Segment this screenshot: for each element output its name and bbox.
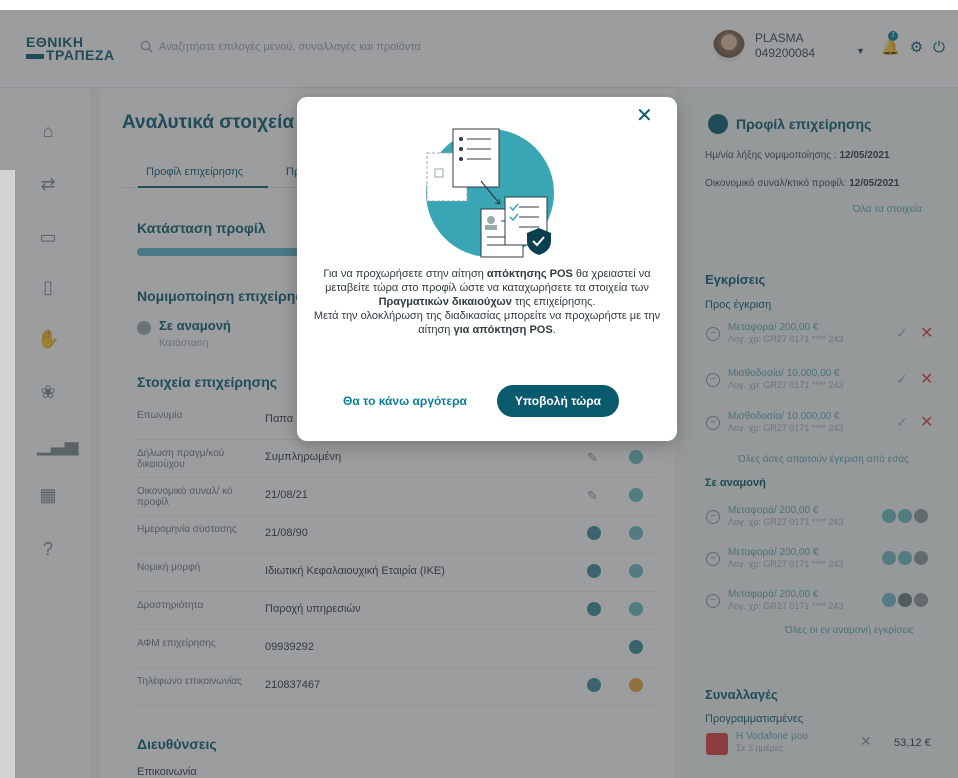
- documents-illustration: [426, 128, 554, 258]
- modal-message: Για να προχωρήσετε στην αίτηση απόκτησης…: [313, 268, 661, 336]
- submit-now-button[interactable]: Υποβολή τώρα: [497, 385, 619, 417]
- pos-modal: ✕ Για να προχωρήσετε στην αίτηση απόκτησ…: [297, 97, 677, 441]
- left-strip: [0, 170, 15, 778]
- close-icon[interactable]: ✕: [636, 103, 653, 128]
- later-button[interactable]: Θα το κάνω αργότερα: [343, 394, 467, 408]
